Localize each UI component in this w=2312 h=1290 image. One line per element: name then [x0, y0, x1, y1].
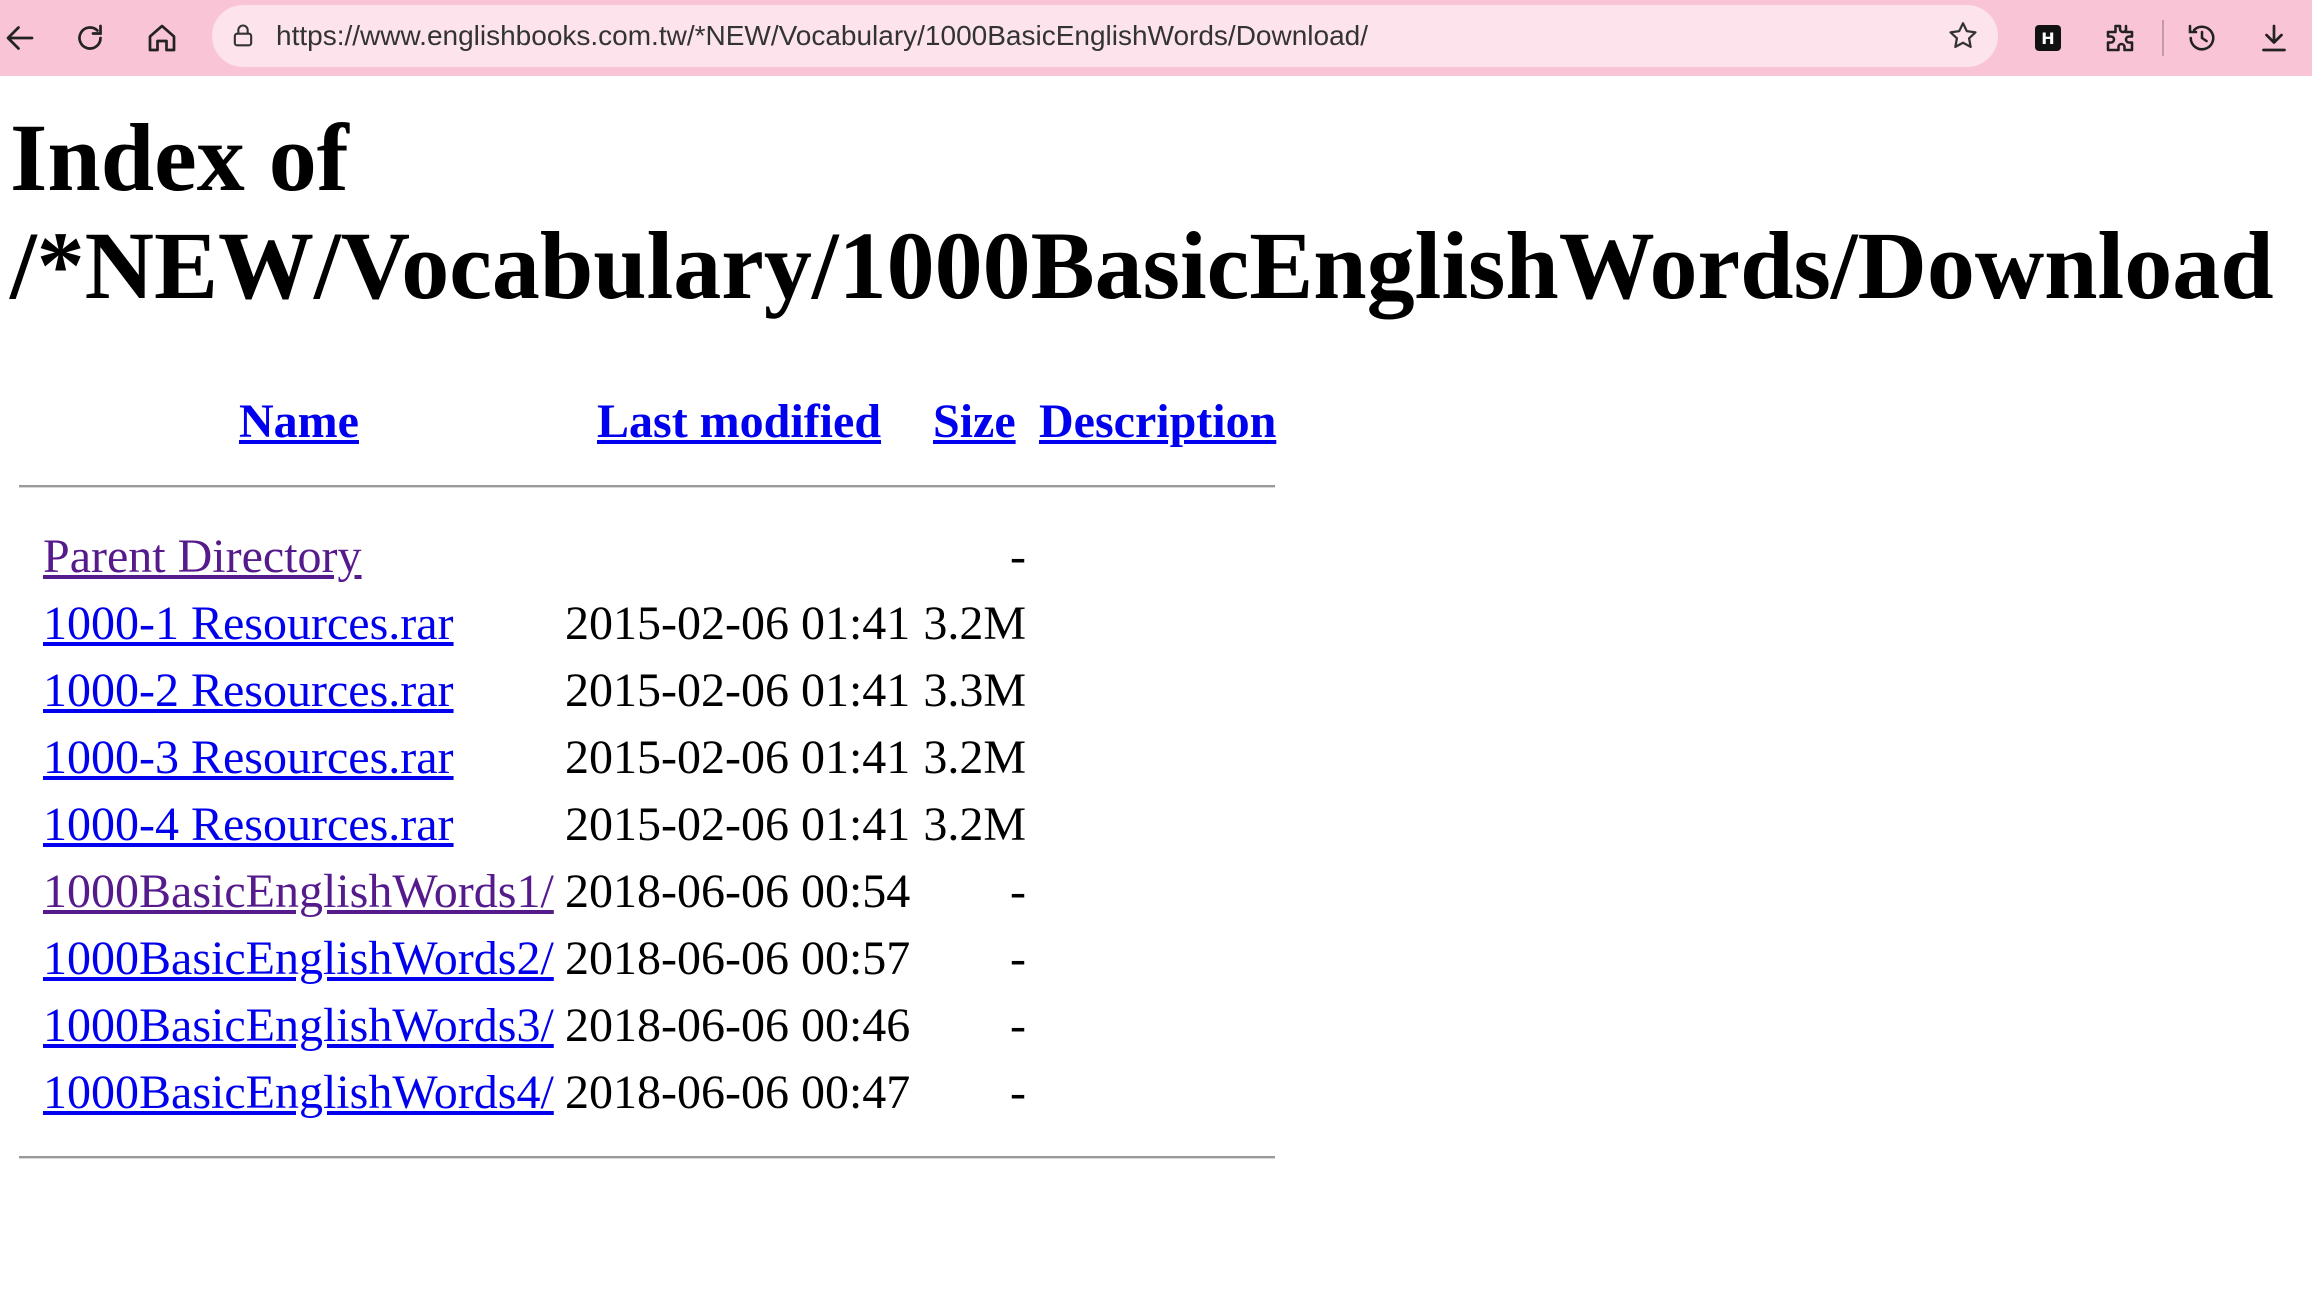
file-link[interactable]: 1000-1 Resources.rar — [43, 594, 454, 654]
table-row: 1000-3 Resources.rar 2015-02-06 01:41 3.2M — [0, 728, 1400, 788]
last-modified-cell: 2018-06-06 00:47 — [565, 1066, 911, 1119]
file-link[interactable]: 1000BasicEnglishWords1/ — [43, 862, 554, 922]
column-header-size[interactable]: Size — [933, 392, 1016, 452]
file-link[interactable]: 1000BasicEnglishWords3/ — [43, 996, 554, 1056]
puzzle-icon[interactable] — [2094, 12, 2146, 64]
column-header-description[interactable]: Description — [1039, 392, 1276, 452]
last-modified-cell: 2015-02-06 01:41 — [565, 664, 911, 717]
table-row: 1000-4 Resources.rar 2015-02-06 01:41 3.2M — [0, 795, 1400, 855]
size-cell: 3.2M — [923, 798, 1026, 851]
table-row: 1000BasicEnglishWords4/2018-06-06 00:47 - — [0, 1063, 1400, 1123]
file-link[interactable]: 1000-4 Resources.rar — [43, 795, 454, 855]
extension-badge-icon[interactable]: H — [2022, 12, 2074, 64]
last-modified-cell: 2018-06-06 00:57 — [565, 932, 911, 985]
file-link[interactable]: 1000-2 Resources.rar — [43, 661, 454, 721]
lock-icon[interactable] — [226, 19, 260, 53]
parent-directory-link[interactable]: Parent Directory — [43, 527, 362, 587]
size-cell: 3.2M — [923, 731, 1026, 784]
header-divider — [19, 485, 1275, 488]
last-modified-cell: 2015-02-06 01:41 — [565, 731, 911, 784]
footer-divider — [19, 1156, 1275, 1159]
history-icon[interactable] — [2176, 12, 2228, 64]
page-title: Index of /*NEW/Vocabulary/1000BasicEngli… — [10, 104, 2274, 319]
download-icon[interactable] — [2248, 12, 2300, 64]
size-cell: - — [1010, 999, 1026, 1052]
table-row: 1000BasicEnglishWords3/2018-06-06 00:46 - — [0, 996, 1400, 1056]
file-link[interactable]: 1000-3 Resources.rar — [43, 728, 454, 788]
column-header-last-modified[interactable]: Last modified — [597, 392, 881, 452]
table-row: 1000BasicEnglishWords2/2018-06-06 00:57 - — [0, 929, 1400, 989]
file-link[interactable]: 1000BasicEnglishWords4/ — [43, 1063, 554, 1123]
column-header-name[interactable]: Name — [239, 392, 359, 452]
size-cell: - — [1010, 530, 1026, 583]
back-icon[interactable] — [0, 12, 46, 64]
home-icon[interactable] — [136, 12, 188, 64]
toolbar-separator — [2162, 20, 2164, 56]
table-row: 1000-2 Resources.rar 2015-02-06 01:41 3.3M — [0, 661, 1400, 721]
star-icon[interactable] — [1944, 17, 1982, 55]
parent-directory-row: Parent Directory - — [0, 527, 1400, 587]
last-modified-cell: 2015-02-06 01:41 — [565, 597, 911, 650]
file-link[interactable]: 1000BasicEnglishWords2/ — [43, 929, 554, 989]
last-modified-cell: 2018-06-06 00:46 — [565, 999, 911, 1052]
table-row: 1000-1 Resources.rar 2015-02-06 01:41 3.2M — [0, 594, 1400, 654]
size-cell: 3.3M — [923, 664, 1026, 717]
size-cell: - — [1010, 932, 1026, 985]
table-row: 1000BasicEnglishWords1/2018-06-06 00:54 - — [0, 862, 1400, 922]
size-cell: - — [1010, 1066, 1026, 1119]
last-modified-cell: 2018-06-06 00:54 — [565, 865, 911, 918]
size-cell: - — [1010, 865, 1026, 918]
extension-badge-label: H — [2035, 25, 2061, 51]
size-cell: 3.2M — [923, 597, 1026, 650]
last-modified-cell: 2015-02-06 01:41 — [565, 798, 911, 851]
address-bar[interactable]: https://www.englishbooks.com.tw/*NEW/Voc… — [212, 5, 1998, 67]
url-text[interactable]: https://www.englishbooks.com.tw/*NEW/Voc… — [276, 5, 1368, 67]
reload-icon[interactable] — [64, 12, 116, 64]
browser-toolbar: https://www.englishbooks.com.tw/*NEW/Voc… — [0, 0, 2312, 76]
